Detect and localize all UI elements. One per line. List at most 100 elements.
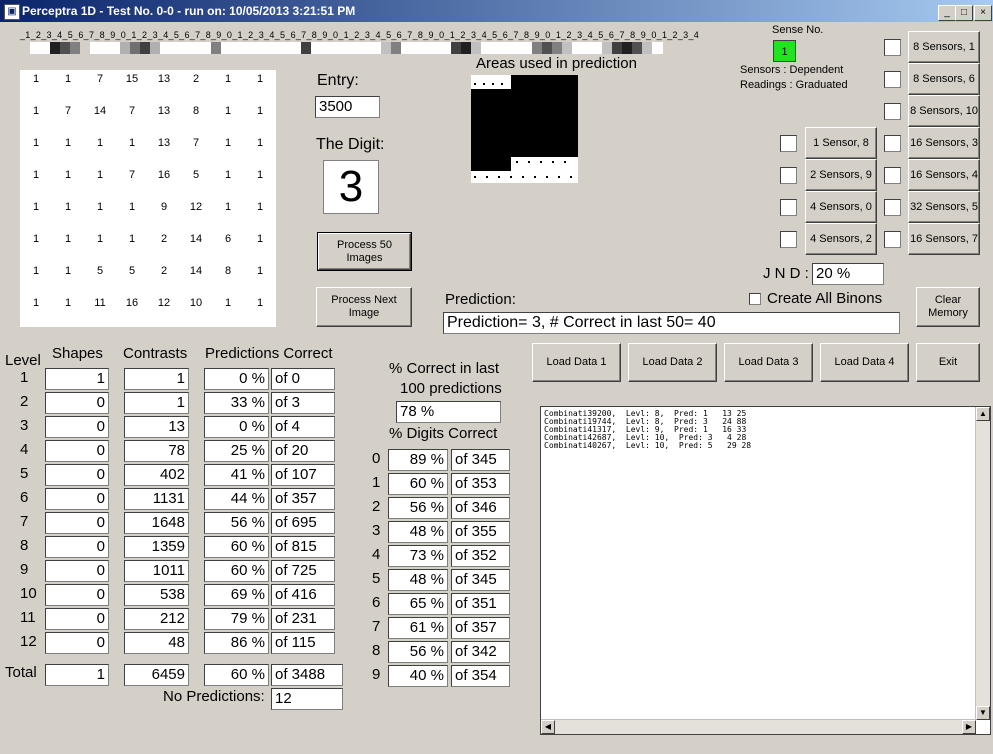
digit-pct-field[interactable]: 65 % [388, 593, 448, 615]
digit-pct-field[interactable]: 73 % [388, 545, 448, 567]
no-predictions-field[interactable]: 12 [271, 688, 343, 710]
contrasts-field[interactable]: 212 [124, 608, 189, 630]
checkbox-1-sensor-8[interactable] [780, 135, 797, 152]
shapes-field[interactable]: 0 [45, 392, 109, 414]
shapes-field[interactable]: 0 [45, 464, 109, 486]
shapes-field[interactable]: 0 [45, 440, 109, 462]
digit-pct-field[interactable]: 48 % [388, 521, 448, 543]
scroll-up-arrow-icon[interactable]: ▲ [976, 407, 990, 421]
contrasts-field[interactable]: 48 [124, 632, 189, 654]
prediction-field[interactable]: Prediction= 3, # Correct in last 50= 40 [443, 312, 900, 334]
predictions-of-field[interactable]: of 107 [271, 464, 335, 486]
predictions-pct-field[interactable]: 56 % [204, 512, 269, 534]
predictions-pct-field[interactable]: 41 % [204, 464, 269, 486]
button-8-sensors-1[interactable]: 8 Sensors, 1 [908, 31, 980, 63]
contrasts-field[interactable]: 402 [124, 464, 189, 486]
digit-of-field[interactable]: of 345 [451, 449, 510, 471]
predictions-of-field[interactable]: of 725 [271, 560, 335, 582]
total-pct-field[interactable]: 60 % [204, 664, 269, 686]
predictions-pct-field[interactable]: 0 % [204, 368, 269, 390]
shapes-field[interactable]: 0 [45, 416, 109, 438]
contrasts-field[interactable]: 13 [124, 416, 189, 438]
shapes-field[interactable]: 0 [45, 632, 109, 654]
contrasts-field[interactable]: 1359 [124, 536, 189, 558]
load-data-4-button[interactable]: Load Data 4 [820, 343, 909, 382]
digit-of-field[interactable]: of 342 [451, 641, 510, 663]
predictions-pct-field[interactable]: 0 % [204, 416, 269, 438]
checkbox-16-sensors-7[interactable] [884, 231, 901, 248]
digit-of-field[interactable]: of 352 [451, 545, 510, 567]
minimize-button[interactable]: _ [938, 5, 956, 21]
button-16-sensors-3[interactable]: 16 Sensors, 3 [908, 127, 980, 159]
contrasts-field[interactable]: 1648 [124, 512, 189, 534]
digit-of-field[interactable]: of 354 [451, 665, 510, 687]
digit-of-field[interactable]: of 353 [451, 473, 510, 495]
predictions-of-field[interactable]: of 4 [271, 416, 335, 438]
load-data-2-button[interactable]: Load Data 2 [628, 343, 717, 382]
button-1-sensor-8[interactable]: 1 Sensor, 8 [805, 127, 877, 159]
checkbox-8-sensors-6[interactable] [884, 71, 901, 88]
checkbox-8-sensors-10[interactable] [884, 103, 901, 120]
entry-field[interactable]: 3500 [315, 96, 380, 118]
shapes-field[interactable]: 0 [45, 560, 109, 582]
predictions-pct-field[interactable]: 60 % [204, 536, 269, 558]
total-contrasts-field[interactable]: 6459 [124, 664, 189, 686]
log-textbox[interactable]: Combinati39200, Levl: 8, Pred: 1 13 25 Co… [540, 406, 991, 735]
shapes-field[interactable]: 0 [45, 512, 109, 534]
button-16-sensors-7[interactable]: 16 Sensors, 7 [908, 223, 980, 255]
checkbox-16-sensors-3[interactable] [884, 135, 901, 152]
contrasts-field[interactable]: 538 [124, 584, 189, 606]
predictions-pct-field[interactable]: 44 % [204, 488, 269, 510]
checkbox-4-sensors-2[interactable] [780, 231, 797, 248]
predictions-of-field[interactable]: of 695 [271, 512, 335, 534]
checkbox-16-sensors-4[interactable] [884, 167, 901, 184]
create-all-binons-checkbox[interactable] [749, 293, 761, 305]
shapes-field[interactable]: 0 [45, 584, 109, 606]
predictions-pct-field[interactable]: 60 % [204, 560, 269, 582]
predictions-of-field[interactable]: of 115 [271, 632, 335, 654]
total-of-field[interactable]: of 3488 [271, 664, 343, 686]
predictions-of-field[interactable]: of 0 [271, 368, 335, 390]
contrasts-field[interactable]: 1011 [124, 560, 189, 582]
predictions-of-field[interactable]: of 231 [271, 608, 335, 630]
digit-pct-field[interactable]: 56 % [388, 641, 448, 663]
button-4-sensors-2[interactable]: 4 Sensors, 2 [805, 223, 877, 255]
clear-memory-button[interactable]: Clear Memory [916, 287, 980, 327]
predictions-of-field[interactable]: of 20 [271, 440, 335, 462]
predictions-of-field[interactable]: of 815 [271, 536, 335, 558]
scroll-right-arrow-icon[interactable]: ▶ [962, 720, 976, 734]
digit-pct-field[interactable]: 56 % [388, 497, 448, 519]
horizontal-scrollbar[interactable]: ◀ ▶ [541, 719, 976, 734]
vertical-scrollbar[interactable]: ▲ ▼ [975, 407, 990, 720]
button-8-sensors-10[interactable]: 8 Sensors, 10 [908, 95, 980, 127]
jnd-field[interactable]: 20 % [812, 263, 884, 285]
predictions-pct-field[interactable]: 33 % [204, 392, 269, 414]
digit-of-field[interactable]: of 345 [451, 569, 510, 591]
total-shapes-field[interactable]: 1 [45, 664, 109, 686]
predictions-pct-field[interactable]: 86 % [204, 632, 269, 654]
predictions-pct-field[interactable]: 79 % [204, 608, 269, 630]
pct-correct-field[interactable]: 78 % [396, 401, 501, 423]
maximize-button[interactable]: □ [955, 5, 973, 21]
button-8-sensors-6[interactable]: 8 Sensors, 6 [908, 63, 980, 95]
checkbox-32-sensors-5[interactable] [884, 199, 901, 216]
load-data-3-button[interactable]: Load Data 3 [724, 343, 813, 382]
predictions-of-field[interactable]: of 3 [271, 392, 335, 414]
load-data-1-button[interactable]: Load Data 1 [532, 343, 621, 382]
predictions-of-field[interactable]: of 357 [271, 488, 335, 510]
digit-of-field[interactable]: of 351 [451, 593, 510, 615]
predictions-of-field[interactable]: of 416 [271, 584, 335, 606]
shapes-field[interactable]: 0 [45, 488, 109, 510]
exit-button[interactable]: Exit [916, 343, 980, 382]
shapes-field[interactable]: 0 [45, 608, 109, 630]
checkbox-8-sensors-1[interactable] [884, 39, 901, 56]
digit-pct-field[interactable]: 40 % [388, 665, 448, 687]
button-2-sensors-9[interactable]: 2 Sensors, 9 [805, 159, 877, 191]
button-16-sensors-4[interactable]: 16 Sensors, 4 [908, 159, 980, 191]
contrasts-field[interactable]: 78 [124, 440, 189, 462]
scroll-left-arrow-icon[interactable]: ◀ [541, 720, 555, 734]
scroll-down-arrow-icon[interactable]: ▼ [976, 706, 990, 720]
digit-pct-field[interactable]: 60 % [388, 473, 448, 495]
contrasts-field[interactable]: 1131 [124, 488, 189, 510]
contrasts-field[interactable]: 1 [124, 368, 189, 390]
